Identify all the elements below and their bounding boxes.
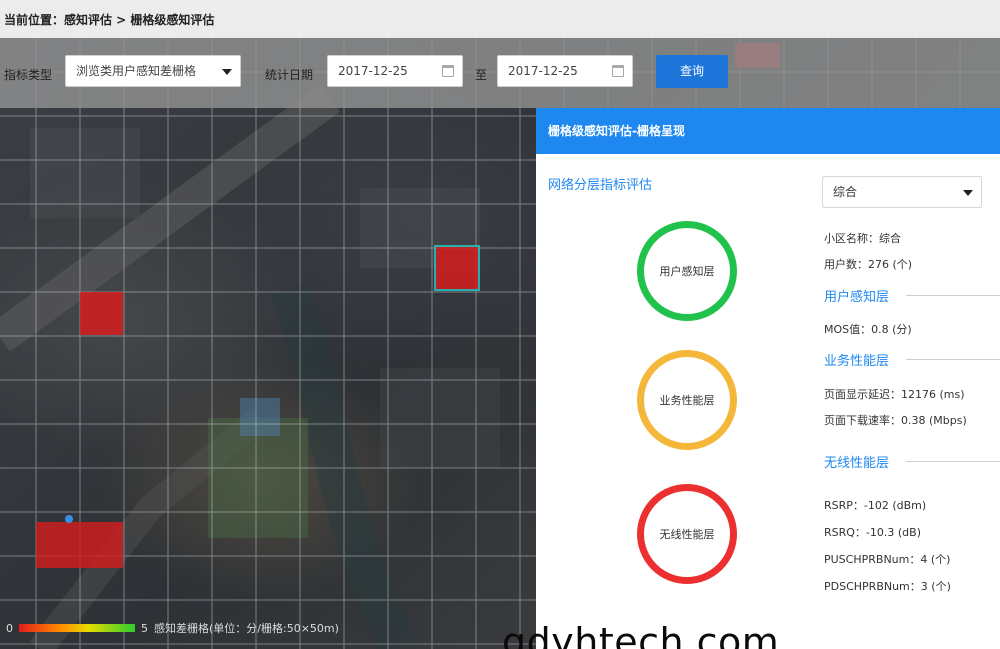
metric-download-rate: 页面下载速率：0.38 (Mbps)	[824, 414, 967, 427]
user-perception-ring[interactable]: 用户感知层	[637, 221, 737, 321]
breadcrumb: 当前位置：感知评估 > 栅格级感知评估	[0, 0, 1000, 38]
indicator-type-value: 浏览类用户感知差栅格	[76, 64, 197, 78]
legend-max: 5	[141, 621, 148, 635]
chevron-down-icon	[222, 69, 232, 75]
chevron-down-icon	[963, 190, 973, 196]
section-title-wireless: 无线性能层	[824, 456, 890, 471]
metric-pdsch: PDSCHPRBNum：3 (个)	[824, 580, 951, 593]
ring-label: 无线性能层	[659, 528, 715, 541]
breadcrumb-text: 当前位置：感知评估 > 栅格级感知评估	[4, 12, 215, 27]
indicator-type-label: 指标类型	[4, 68, 53, 82]
section-divider	[906, 461, 1000, 462]
poor-grid-cell	[80, 292, 123, 335]
section-title-user: 用户感知层	[824, 290, 890, 305]
poor-grid-cell-selected	[434, 245, 480, 291]
legend-text: 感知差栅格(单位：分/栅格:50×50m)	[154, 622, 339, 635]
metric-mos: MOS值：0.8 (分)	[824, 323, 912, 336]
section-divider	[906, 295, 1000, 296]
poor-grid-cell	[36, 522, 123, 568]
map-marker-icon	[65, 515, 73, 523]
app-main: 0 5 感知差栅格(单位：分/栅格:50×50m) 指标类型 浏览类用户感知差栅…	[0, 38, 1000, 649]
map-block	[240, 398, 280, 436]
indicator-type-select[interactable]: 浏览类用户感知差栅格	[65, 55, 241, 87]
end-date-input[interactable]: 2017-12-25	[497, 55, 633, 87]
cell-name: 小区名称：综合	[824, 232, 901, 245]
metric-rsrp: RSRP：-102 (dBm)	[824, 499, 927, 512]
calendar-icon[interactable]	[442, 65, 454, 77]
user-count: 用户数：276 (个)	[824, 258, 913, 271]
start-date-input[interactable]: 2017-12-25	[327, 55, 463, 87]
map-block	[380, 368, 500, 468]
grid-detail-panel: 栅格级感知评估-栅格呈现 网络分层指标评估 综合 用户感知层 业务性能层 无线性…	[536, 108, 1000, 649]
metric-rsrq: RSRQ：-10.3 (dB)	[824, 526, 921, 539]
stat-date-label: 统计日期	[265, 68, 314, 82]
date-to-label: 至	[475, 68, 488, 82]
end-date-value: 2017-12-25	[508, 64, 578, 78]
section-title-service: 业务性能层	[824, 354, 890, 369]
calendar-icon[interactable]	[612, 65, 624, 77]
panel-subtitle: 网络分层指标评估	[548, 178, 653, 193]
service-performance-ring[interactable]: 业务性能层	[637, 350, 737, 450]
query-button[interactable]: 查询	[656, 55, 728, 88]
metric-pusch: PUSCHPRBNum：4 (个)	[824, 553, 951, 566]
layer-select[interactable]: 综合	[822, 176, 982, 208]
ring-label: 业务性能层	[659, 394, 715, 407]
layer-select-value: 综合	[833, 185, 858, 199]
legend-gradient	[19, 624, 135, 632]
watermark: gdyhtech.com	[502, 620, 780, 649]
panel-title: 栅格级感知评估-栅格呈现	[536, 108, 1000, 154]
filter-toolbar: 指标类型 浏览类用户感知差栅格 统计日期 2017-12-25 至 2017-1…	[0, 38, 1000, 108]
section-divider	[906, 359, 1000, 360]
ring-label: 用户感知层	[659, 265, 715, 278]
legend-min: 0	[6, 621, 13, 635]
metric-page-delay: 页面显示延迟：12176 (ms)	[824, 388, 965, 401]
map-legend: 0 5 感知差栅格(单位：分/栅格:50×50m)	[0, 616, 380, 640]
wireless-performance-ring[interactable]: 无线性能层	[637, 484, 737, 584]
start-date-value: 2017-12-25	[338, 64, 408, 78]
